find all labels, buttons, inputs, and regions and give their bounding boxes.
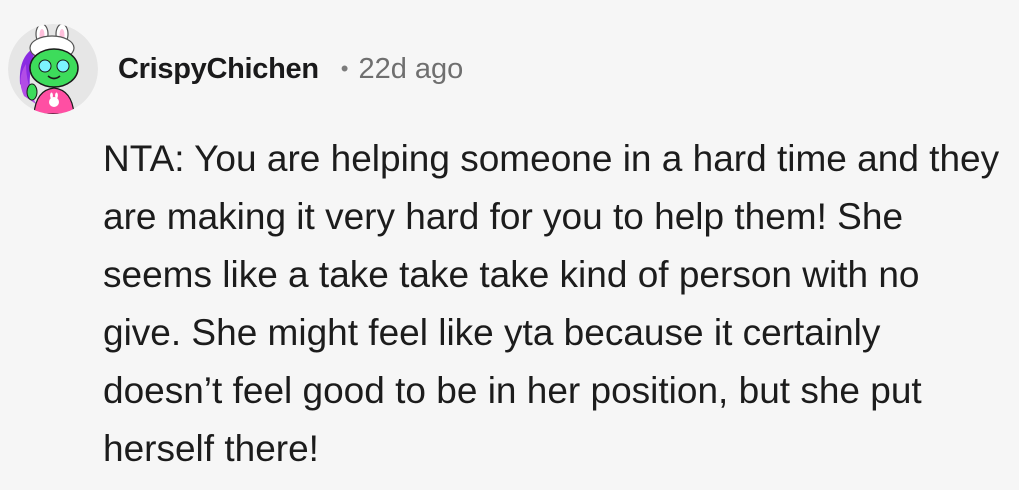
meta-separator: • — [340, 56, 349, 81]
snoo-avatar-bunny-hat-icon — [8, 24, 98, 114]
comment-header: CrispyChichen • 22d ago — [8, 24, 463, 114]
comment-timestamp[interactable]: 22d ago — [358, 53, 463, 86]
comment-body: NTA: You are helping someone in a hard t… — [103, 138, 1000, 469]
comment-author[interactable]: CrispyChichen — [118, 53, 319, 86]
user-avatar[interactable] — [8, 24, 98, 114]
comment-card: CrispyChichen • 22d ago NTA: You are hel… — [0, 0, 1019, 490]
